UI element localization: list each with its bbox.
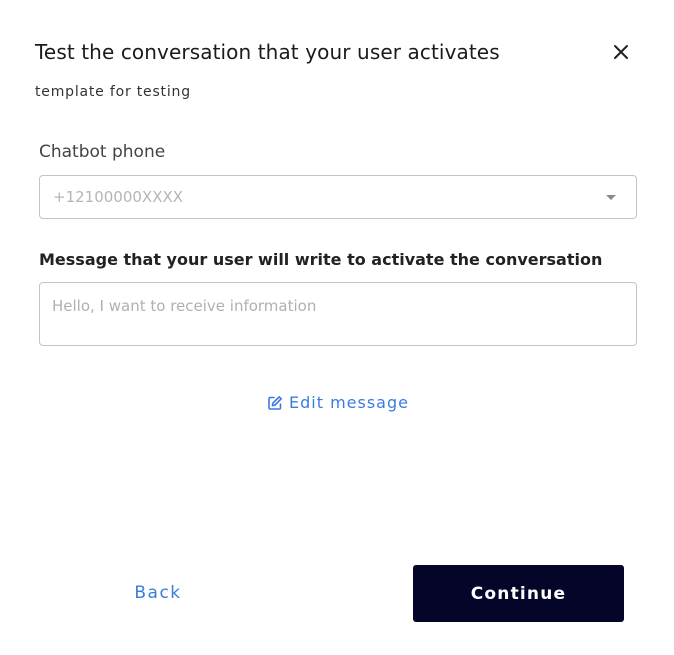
close-button[interactable] xyxy=(610,41,632,63)
edit-message-link[interactable]: Edit message xyxy=(267,393,409,412)
activation-message-input[interactable] xyxy=(39,282,637,346)
chatbot-phone-value: +12100000XXXX xyxy=(53,188,184,206)
edit-message-label: Edit message xyxy=(289,393,409,412)
back-button[interactable]: Back xyxy=(100,565,216,621)
chatbot-phone-label: Chatbot phone xyxy=(39,142,166,162)
activation-message-label: Message that your user will write to act… xyxy=(39,250,603,269)
close-icon xyxy=(614,45,628,59)
edit-icon xyxy=(268,395,282,410)
chevron-down-icon xyxy=(606,195,616,200)
continue-button[interactable]: Continue xyxy=(413,565,624,622)
dialog-subtitle: template for testing xyxy=(35,84,191,100)
chatbot-phone-select[interactable]: +12100000XXXX xyxy=(39,175,637,219)
test-conversation-dialog: Test the conversation that your user act… xyxy=(0,0,674,655)
dialog-title: Test the conversation that your user act… xyxy=(35,40,500,64)
